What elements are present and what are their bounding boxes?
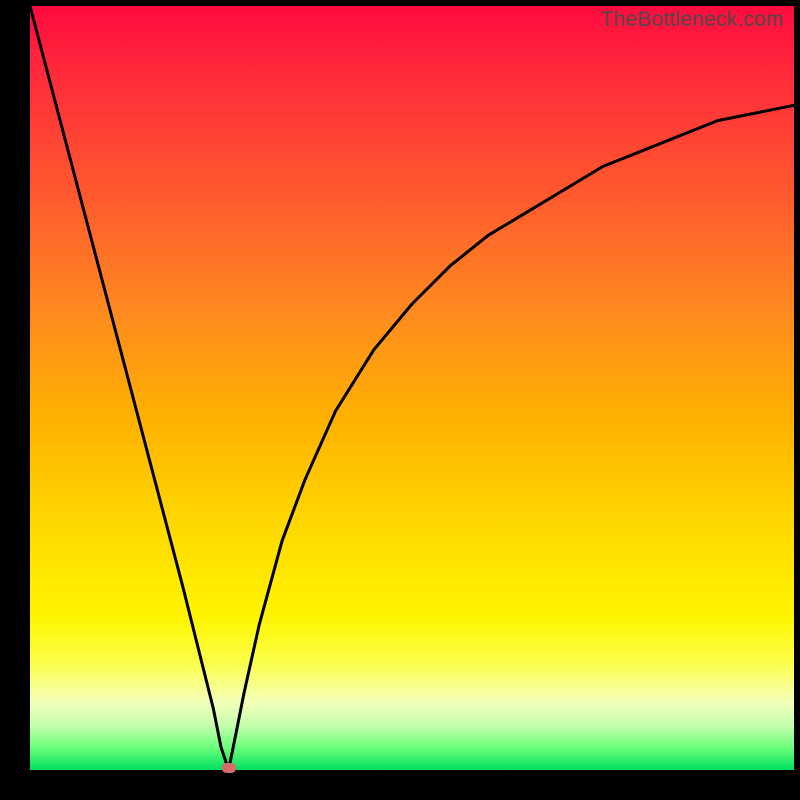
bottleneck-curve bbox=[30, 6, 794, 770]
plot-area: TheBottleneck.com bbox=[30, 6, 794, 770]
curve-path bbox=[30, 6, 794, 770]
chart-stage: TheBottleneck.com bbox=[0, 0, 800, 800]
minimum-marker bbox=[222, 763, 236, 773]
